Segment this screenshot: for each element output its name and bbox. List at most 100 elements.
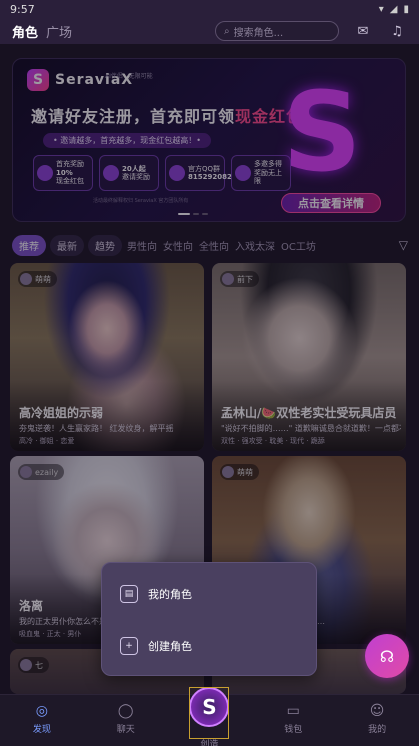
avatar — [222, 466, 234, 478]
support-fab[interactable]: ☊ — [365, 634, 409, 678]
tab-plaza[interactable]: 广场 — [46, 22, 72, 41]
card-author-name: 前下 — [237, 274, 253, 284]
nav-create[interactable]: S 创造 — [168, 687, 252, 746]
nav-label: 聊天 — [116, 725, 135, 735]
banner-tagline: AI伴侣 · 无限可能 — [105, 73, 153, 80]
card-author: ezaily — [18, 464, 65, 480]
gift-icon — [37, 165, 53, 181]
badge-line: 10% — [56, 168, 73, 177]
filter-chip-female[interactable]: 女性向 — [162, 235, 194, 256]
menu-item-label: 我的角色 — [148, 588, 192, 601]
filter-chip-all[interactable]: 全性向 — [198, 235, 230, 256]
badge-line: 官方QQ群 — [188, 164, 221, 173]
card-tags: 高冷 · 御姐 · 恋爱 — [19, 437, 75, 445]
status-icons: ▾ ◢ ▮ — [379, 4, 409, 15]
avatar — [222, 273, 234, 285]
search-placeholder: 搜索角色... — [233, 27, 284, 39]
card-author: 萌萌 — [220, 464, 259, 480]
banner-headline-a: 邀请好友注册，首充即可领 — [31, 107, 236, 126]
nav-chat[interactable]: ◯ 聊天 — [84, 695, 168, 735]
status-bar: 9:57 ▾ ◢ ▮ — [0, 0, 419, 18]
nav-wallet[interactable]: ▭ 钱包 — [251, 695, 335, 735]
nav-label: 钱包 — [284, 725, 303, 735]
card-author-name: ezaily — [35, 467, 59, 477]
card-author-name: 萌萌 — [35, 274, 51, 284]
card-author: 前下 — [220, 271, 259, 287]
filter-chip-oc[interactable]: OC工坊 — [280, 235, 317, 256]
card-author: 七 — [18, 657, 49, 673]
filter-row: 推荐 最新 趋势 男性向 女性向 全性向 入戏太深 OC工坊 ▽ — [12, 234, 412, 256]
profile-icon: ☺ — [369, 703, 385, 719]
banner-badges: 首充奖励 10% 现金红包 20人起 邀请奖励 官方QQ群 815292082 多邀多得… — [33, 155, 291, 191]
card-tags: 双性 · 强攻受 · 耽美 · 现代 · 跪舔 — [221, 437, 325, 445]
banner-cta-button[interactable]: 点击查看详情 — [281, 193, 381, 213]
messages-icon[interactable]: ✉ — [353, 21, 373, 41]
banner-s-logo-icon: S — [282, 68, 362, 196]
card-author-name: 萌萌 — [237, 467, 253, 477]
banner-badge: 20人起 邀请奖励 — [99, 155, 159, 191]
compass-icon: ◎ — [35, 703, 48, 719]
battery-icon: ▮ — [403, 3, 409, 15]
character-card[interactable]: 前下 孟林山/🍉双性老实壮受玩具店员 "说好不拍脚的……" 道歉嘛诚恳合就道歉！… — [212, 263, 406, 451]
badge-line: 20人起 — [122, 164, 146, 173]
menu-item-my-characters[interactable]: ▤ 我的角色 — [120, 585, 192, 603]
nav-profile[interactable]: ☺ 我的 — [335, 695, 419, 735]
tab-characters[interactable]: 角色 — [12, 22, 38, 41]
top-nav: 角色 广场 ⌕ 搜索角色... ✉ ♫ — [0, 18, 419, 44]
qq-icon — [169, 165, 185, 181]
badge-line: 首充奖励 — [56, 160, 84, 169]
create-menu-popup: ▤ 我的角色 + 创建角色 — [101, 562, 317, 676]
people-icon — [103, 165, 119, 181]
card-title: 孟林山/🍉双性老实壮受玩具店员 — [221, 406, 397, 420]
banner-footnote: 活动最终解释权归 SeraviaX 官方团队所有 — [93, 198, 189, 204]
banner-pagination — [178, 213, 208, 215]
filter-chip-immersive[interactable]: 入戏太深 — [234, 235, 276, 256]
card-author: 萌萌 — [18, 271, 57, 287]
promo-banner[interactable]: S SeraviaX AI伴侣 · 无限可能 邀请好友注册，首充即可领现金红包！… — [12, 58, 406, 222]
nav-label: 我的 — [368, 725, 387, 735]
card-description: 夯鬼逆袭！人生赢家路！ 红发纹身，解平摇 — [19, 424, 174, 433]
menu-item-create-character[interactable]: + 创建角色 — [120, 637, 192, 655]
pagination-dot — [202, 213, 208, 215]
filter-chip-trending[interactable]: 趋势 — [88, 234, 122, 256]
status-time: 9:57 — [10, 2, 35, 16]
add-user-icon: + — [120, 637, 138, 655]
wifi-icon: ▾ — [378, 3, 384, 15]
filter-chip-latest[interactable]: 最新 — [50, 234, 84, 256]
id-card-icon: ▤ — [120, 585, 138, 603]
banner-subtitle: • 邀请越多，首充越多，现金红包越高！• — [43, 133, 211, 148]
avatar — [20, 466, 32, 478]
character-card[interactable]: 萌萌 高冷姐姐的示弱 夯鬼逆袭！人生赢家路！ 红发纹身，解平摇 高冷 · 御姐 … — [10, 263, 204, 451]
pagination-dot — [178, 213, 190, 215]
bell-icon[interactable]: ♫ — [387, 21, 407, 41]
card-author-name: 七 — [35, 660, 43, 670]
pagination-dot — [193, 213, 199, 215]
chat-icon: ◯ — [117, 703, 134, 719]
banner-headline: 邀请好友注册，首充即可领现金红包！ — [31, 103, 320, 127]
banner-badge: 官方QQ群 815292082 — [165, 155, 232, 191]
avatar — [20, 273, 32, 285]
filter-chip-male[interactable]: 男性向 — [126, 235, 158, 256]
badge-line: 815292082 — [188, 173, 232, 181]
badge-line: 奖励无上限 — [254, 168, 282, 186]
nav-label: 发现 — [32, 725, 51, 735]
wallet-icon: ▭ — [286, 703, 300, 719]
card-description: "说好不拍脚的……" 道歉嘛诚恳合就道歉！一点都不… — [221, 424, 401, 433]
search-icon: ⌕ — [224, 25, 230, 37]
menu-item-label: 创建角色 — [148, 640, 192, 653]
signal-icon: ◢ — [389, 3, 398, 15]
badge-line: 多邀多得 — [254, 160, 282, 169]
bottom-nav: ◎ 发现 ◯ 聊天 S 创造 ▭ 钱包 ☺ 我的 — [0, 687, 419, 746]
filter-chip-recommended[interactable]: 推荐 — [12, 234, 46, 256]
avatar — [20, 659, 32, 671]
headset-icon: ☊ — [379, 646, 395, 666]
coin-icon — [235, 165, 251, 181]
banner-badge: 首充奖励 10% 现金红包 — [33, 155, 93, 191]
filter-icon[interactable]: ▽ — [399, 238, 408, 252]
search-input[interactable]: ⌕ 搜索角色... — [215, 21, 339, 41]
badge-line: 现金红包 — [56, 177, 84, 186]
brand-logo-icon: S — [27, 69, 49, 91]
nav-discover[interactable]: ◎ 发现 — [0, 695, 84, 735]
card-title: 高冷姐姐的示弱 — [19, 406, 104, 420]
badge-line: 邀请奖励 — [122, 173, 150, 181]
